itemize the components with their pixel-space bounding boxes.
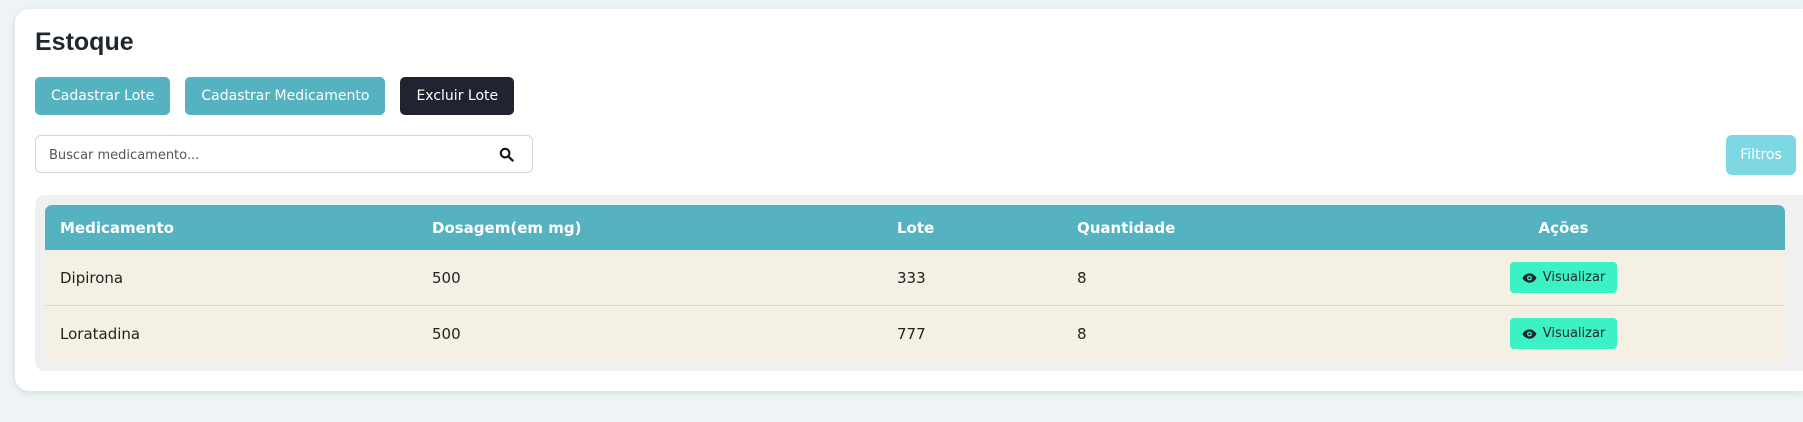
view-button-label: Visualizar [1542,326,1606,341]
cell-actions: Visualizar [1342,305,1785,361]
view-button[interactable]: Visualizar [1509,318,1618,349]
cell-quantity: 8 [1062,305,1342,361]
register-batch-button[interactable]: Cadastrar Lote [35,77,171,115]
filters-button[interactable]: Filtros [1726,135,1796,175]
table-row: Loratadina 500 777 8 Visualizar [45,305,1785,361]
stock-table: Medicamento Dosagem(em mg) Lote Quantida… [45,205,1785,361]
cell-batch: 333 [882,250,1062,306]
cell-batch: 777 [882,305,1062,361]
cell-medication: Loratadina [45,305,417,361]
table-row: Dipirona 500 333 8 Visualizar [45,250,1785,306]
table-container: Medicamento Dosagem(em mg) Lote Quantida… [35,195,1803,371]
register-medication-button[interactable]: Cadastrar Medicamento [185,77,386,115]
table-header-row: Medicamento Dosagem(em mg) Lote Quantida… [45,205,1785,250]
cell-quantity: 8 [1062,250,1342,306]
search-input[interactable] [47,136,491,174]
stock-card: Estoque Cadastrar Lote Cadastrar Medicam… [15,9,1803,391]
delete-batch-button[interactable]: Excluir Lote [400,77,515,115]
view-button-label: Visualizar [1542,270,1606,285]
action-bar: Cadastrar Lote Cadastrar Medicamento Exc… [35,77,515,115]
header-dosage: Dosagem(em mg) [417,205,882,250]
view-button[interactable]: Visualizar [1509,262,1618,293]
cell-medication: Dipirona [45,250,417,306]
search-icon[interactable] [499,147,514,162]
header-batch: Lote [882,205,1062,250]
cell-dosage: 500 [417,305,882,361]
header-actions: Ações [1342,205,1785,250]
cell-actions: Visualizar [1342,250,1785,306]
eye-icon [1522,328,1537,339]
header-medication: Medicamento [45,205,417,250]
page-title: Estoque [35,28,134,56]
header-quantity: Quantidade [1062,205,1342,250]
cell-dosage: 500 [417,250,882,306]
eye-icon [1522,272,1537,283]
search-box [35,135,533,174]
